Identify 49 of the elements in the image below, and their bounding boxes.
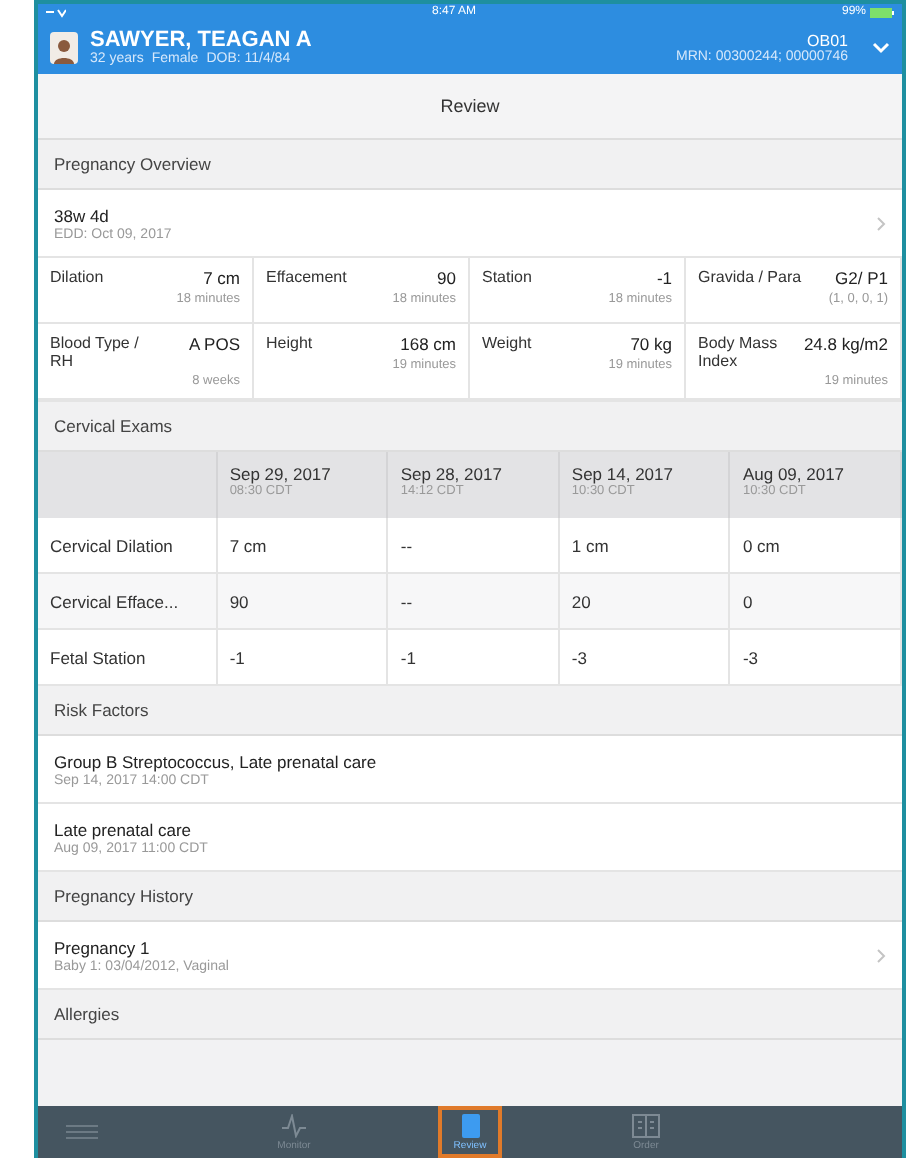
- exam-date: Aug 09, 2017: [742, 464, 847, 484]
- vital-label: Body Mass Index: [698, 334, 780, 370]
- row-title: Group B Streptococcus, Late prenatal care: [54, 751, 377, 771]
- vital-label: Weight: [482, 334, 532, 354]
- table-cell: -3: [730, 630, 902, 686]
- vital-label: Height: [266, 334, 313, 354]
- table-cell: 90: [217, 574, 389, 630]
- vital-value: 90: [435, 268, 456, 288]
- vital-label: Effacement: [266, 268, 347, 288]
- vital-value: 7 cm: [201, 268, 240, 288]
- table-cell: -1: [388, 630, 560, 686]
- pulse-icon: [282, 1113, 306, 1137]
- table-cell: 0 cm: [730, 518, 902, 574]
- vital-value: 24.8 kg/m2: [803, 334, 888, 358]
- chevron-icon: [876, 215, 886, 231]
- table-cell: Cervical Dilation: [38, 518, 218, 574]
- table-cell: 0: [730, 574, 902, 630]
- vital-label: Blood Type / RH: [50, 334, 141, 370]
- row-title: 38w 4d: [54, 205, 111, 225]
- table-cell: -1: [217, 630, 389, 686]
- table-cell: Fetal Station: [38, 630, 218, 686]
- vital-value: -1: [654, 268, 672, 288]
- avatar-silhouette: [50, 31, 78, 63]
- vital-value: 168 cm: [398, 334, 456, 354]
- vital-label: Gravida / Para: [698, 268, 802, 288]
- exam-date: Sep 29, 2017: [229, 464, 333, 484]
- table-cell: 1 cm: [559, 518, 731, 574]
- table-cell: 7 cm: [217, 518, 389, 574]
- row-title: Pregnancy 1: [54, 937, 152, 957]
- table-cell: Cervical Efface...: [38, 574, 218, 630]
- vital-label: Dilation: [50, 268, 104, 288]
- table-cell: --: [388, 518, 560, 574]
- table-cell: --: [388, 574, 560, 630]
- grid-icon: [632, 1113, 660, 1137]
- vital-value: A POS: [186, 334, 240, 358]
- vital-value: 70 kg: [628, 334, 672, 354]
- table-cell: -3: [559, 630, 731, 686]
- chevron-down-icon[interactable]: [872, 41, 890, 53]
- vital-value: G2/ P1: [833, 268, 888, 288]
- vital-label: Station: [482, 268, 532, 288]
- chevron-icon: [876, 947, 886, 963]
- location-code: OB01: [807, 31, 848, 49]
- exam-date: Sep 28, 2017: [400, 464, 504, 484]
- row-title: Late prenatal care: [54, 819, 194, 839]
- exam-date: Sep 14, 2017: [571, 464, 675, 484]
- document-icon: [461, 1113, 479, 1137]
- table-cell: 20: [559, 574, 731, 630]
- patient-name: SAWYER, TEAGAN A: [90, 28, 312, 52]
- battery-icon: [870, 7, 894, 17]
